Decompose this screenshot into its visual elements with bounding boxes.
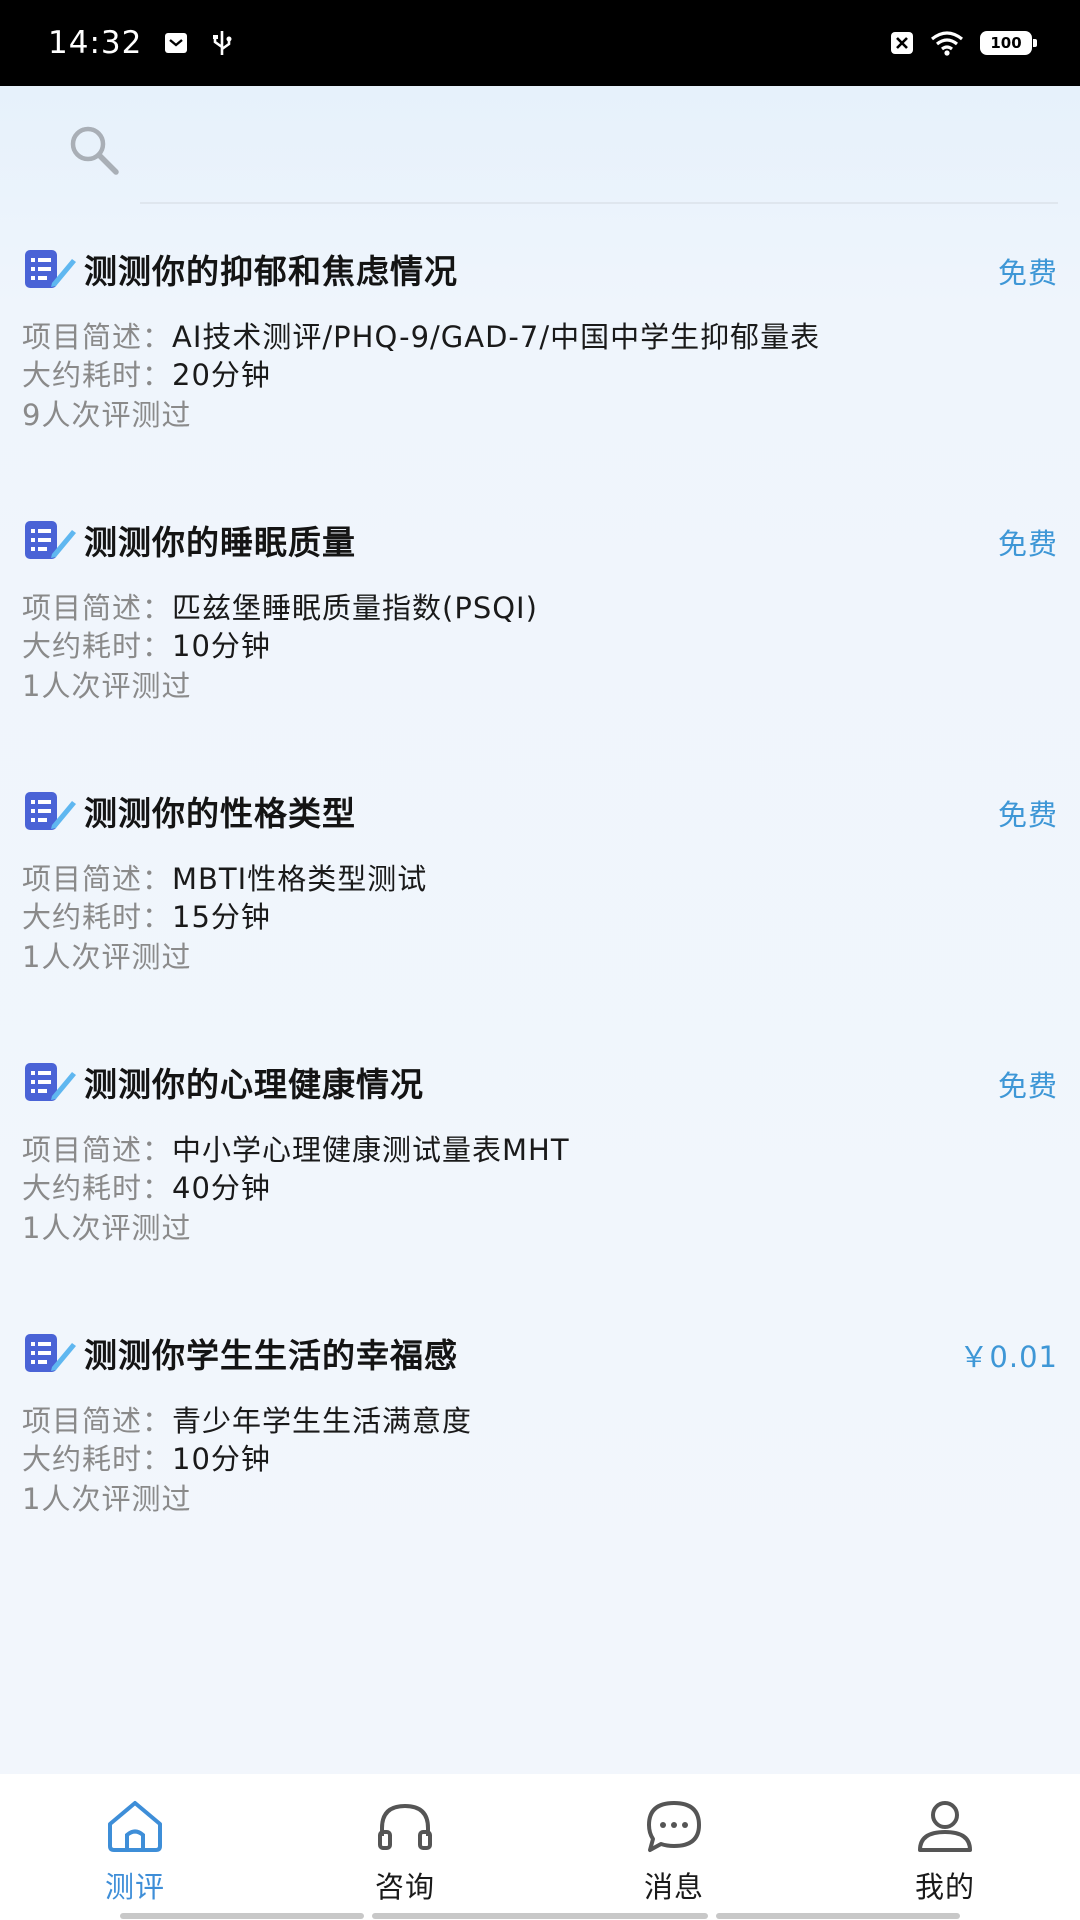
tab-label: 我的 bbox=[914, 1870, 975, 1904]
card-price: 免费 bbox=[997, 256, 1058, 290]
card-title: 测测你的抑郁和焦虑情况 bbox=[84, 252, 458, 291]
card-price: 免费 bbox=[997, 1069, 1058, 1103]
status-right: 100 bbox=[890, 30, 1037, 56]
test-count: 1人次评测过 bbox=[22, 669, 192, 703]
status-bar: 14:32 100 bbox=[0, 0, 1080, 86]
description-label: 项目简述： bbox=[22, 1404, 173, 1438]
duration-value: 15分钟 bbox=[172, 900, 271, 934]
card-title: 测测你的心理健康情况 bbox=[84, 1065, 424, 1104]
card-header: 测测你的抑郁和焦虑情况 免费 bbox=[22, 244, 1058, 294]
description-row: 项目简述：AI技术测评/PHQ-9/GAD-7/中国中学生抑郁量表 bbox=[22, 314, 820, 356]
description-value: 匹兹堡睡眠质量指数(PSQI) bbox=[172, 591, 538, 625]
assessment-card[interactable]: 测测你学生生活的幸福感 ￥0.01 项目简述：青少年学生生活满意度 大约耗时：1… bbox=[0, 1328, 1080, 1599]
battery-icon: 100 bbox=[980, 31, 1037, 55]
card-header: 测测你的心理健康情况 免费 bbox=[22, 1057, 1058, 1107]
tab-label: 咨询 bbox=[374, 1870, 435, 1904]
card-header: 测测你学生生活的幸福感 ￥0.01 bbox=[22, 1328, 1058, 1378]
assessment-card[interactable]: 测测你的睡眠质量 免费 项目简述：匹兹堡睡眠质量指数(PSQI) 大约耗时：10… bbox=[0, 515, 1080, 786]
duration-row: 大约耗时：10分钟 bbox=[22, 1436, 271, 1478]
assessment-page: 测测你的抑郁和焦虑情况 免费 项目简述：AI技术测评/PHQ-9/GAD-7/中… bbox=[0, 86, 1080, 1774]
duration-label: 大约耗时： bbox=[22, 900, 173, 934]
duration-value: 20分钟 bbox=[172, 358, 271, 392]
status-left: 14:32 bbox=[48, 25, 234, 61]
headphones-icon bbox=[378, 1803, 432, 1850]
duration-row: 大约耗时：10分钟 bbox=[22, 623, 271, 665]
duration-label: 大约耗时： bbox=[22, 1442, 173, 1476]
test-count: 1人次评测过 bbox=[22, 940, 192, 974]
description-value: AI技术测评/PHQ-9/GAD-7/中国中学生抑郁量表 bbox=[172, 320, 821, 354]
tab-messages[interactable]: 消息 bbox=[584, 1774, 764, 1914]
card-title: 测测你的性格类型 bbox=[84, 794, 356, 833]
assessment-card[interactable]: 测测你的性格类型 免费 项目简述：MBTI性格类型测试 大约耗时：15分钟 1人… bbox=[0, 786, 1080, 1057]
duration-row: 大约耗时：40分钟 bbox=[22, 1165, 271, 1207]
tab-indicator-3 bbox=[716, 1913, 960, 1919]
description-row: 项目简述：中小学心理健康测试量表MHT bbox=[22, 1127, 570, 1169]
description-row: 项目简述：青少年学生生活满意度 bbox=[22, 1398, 472, 1440]
assessment-list: 测测你的抑郁和焦虑情况 免费 项目简述：AI技术测评/PHQ-9/GAD-7/中… bbox=[0, 244, 1080, 1599]
mail-icon bbox=[164, 31, 188, 55]
duration-label: 大约耗时： bbox=[22, 629, 173, 663]
card-title: 测测你的睡眠质量 bbox=[84, 523, 356, 562]
description-label: 项目简述： bbox=[22, 1133, 173, 1167]
test-count: 1人次评测过 bbox=[22, 1211, 192, 1245]
document-edit-icon bbox=[25, 1334, 76, 1372]
tab-indicator-1 bbox=[120, 1913, 364, 1919]
description-row: 项目简述：MBTI性格类型测试 bbox=[22, 856, 427, 898]
card-title: 测测你学生生活的幸福感 bbox=[84, 1336, 458, 1375]
test-count: 9人次评测过 bbox=[22, 398, 192, 432]
search-bar[interactable] bbox=[0, 86, 1080, 204]
search-divider bbox=[140, 202, 1058, 204]
duration-value: 10分钟 bbox=[172, 629, 271, 663]
card-price: 免费 bbox=[997, 527, 1058, 561]
assessment-card[interactable]: 测测你的心理健康情况 免费 项目简述：中小学心理健康测试量表MHT 大约耗时：4… bbox=[0, 1057, 1080, 1328]
document-edit-icon bbox=[25, 792, 76, 830]
tab-consult[interactable]: 咨询 bbox=[315, 1774, 495, 1914]
status-time: 14:32 bbox=[48, 25, 143, 61]
wifi-icon bbox=[930, 30, 964, 56]
duration-value: 40分钟 bbox=[172, 1171, 271, 1205]
tab-assessment[interactable]: 测评 bbox=[45, 1774, 225, 1914]
description-value: MBTI性格类型测试 bbox=[172, 862, 428, 896]
card-header: 测测你的睡眠质量 免费 bbox=[22, 515, 1058, 565]
description-label: 项目简述： bbox=[22, 591, 173, 625]
description-label: 项目简述： bbox=[22, 320, 173, 354]
card-header: 测测你的性格类型 免费 bbox=[22, 786, 1058, 836]
duration-value: 10分钟 bbox=[172, 1442, 271, 1476]
description-row: 项目简述：匹兹堡睡眠质量指数(PSQI) bbox=[22, 585, 538, 627]
usb-icon bbox=[210, 29, 234, 57]
search-icon[interactable] bbox=[66, 122, 122, 178]
document-edit-icon bbox=[25, 521, 76, 559]
assessment-card[interactable]: 测测你的抑郁和焦虑情况 免费 项目简述：AI技术测评/PHQ-9/GAD-7/中… bbox=[0, 244, 1080, 515]
description-value: 中小学心理健康测试量表MHT bbox=[172, 1133, 570, 1167]
card-price: ￥0.01 bbox=[959, 1340, 1058, 1374]
document-edit-icon bbox=[25, 250, 76, 288]
duration-label: 大约耗时： bbox=[22, 358, 173, 392]
tab-indicator-2 bbox=[372, 1913, 708, 1919]
tab-label: 消息 bbox=[643, 1870, 704, 1904]
home-icon bbox=[108, 1801, 162, 1852]
person-icon bbox=[918, 1801, 972, 1852]
description-value: 青少年学生生活满意度 bbox=[172, 1404, 473, 1438]
tab-profile[interactable]: 我的 bbox=[855, 1774, 1035, 1914]
description-label: 项目简述： bbox=[22, 862, 173, 896]
card-price: 免费 bbox=[997, 798, 1058, 832]
bottom-tab-bar: 测评 咨询 消息 我的 bbox=[0, 1774, 1080, 1920]
no-sim-icon bbox=[890, 31, 914, 55]
document-edit-icon bbox=[25, 1063, 76, 1101]
search-input[interactable] bbox=[140, 126, 1050, 176]
chat-bubble-icon bbox=[647, 1801, 701, 1852]
test-count: 1人次评测过 bbox=[22, 1482, 192, 1516]
duration-label: 大约耗时： bbox=[22, 1171, 173, 1205]
duration-row: 大约耗时：20分钟 bbox=[22, 352, 271, 394]
tab-label: 测评 bbox=[104, 1870, 165, 1904]
duration-row: 大约耗时：15分钟 bbox=[22, 894, 271, 936]
